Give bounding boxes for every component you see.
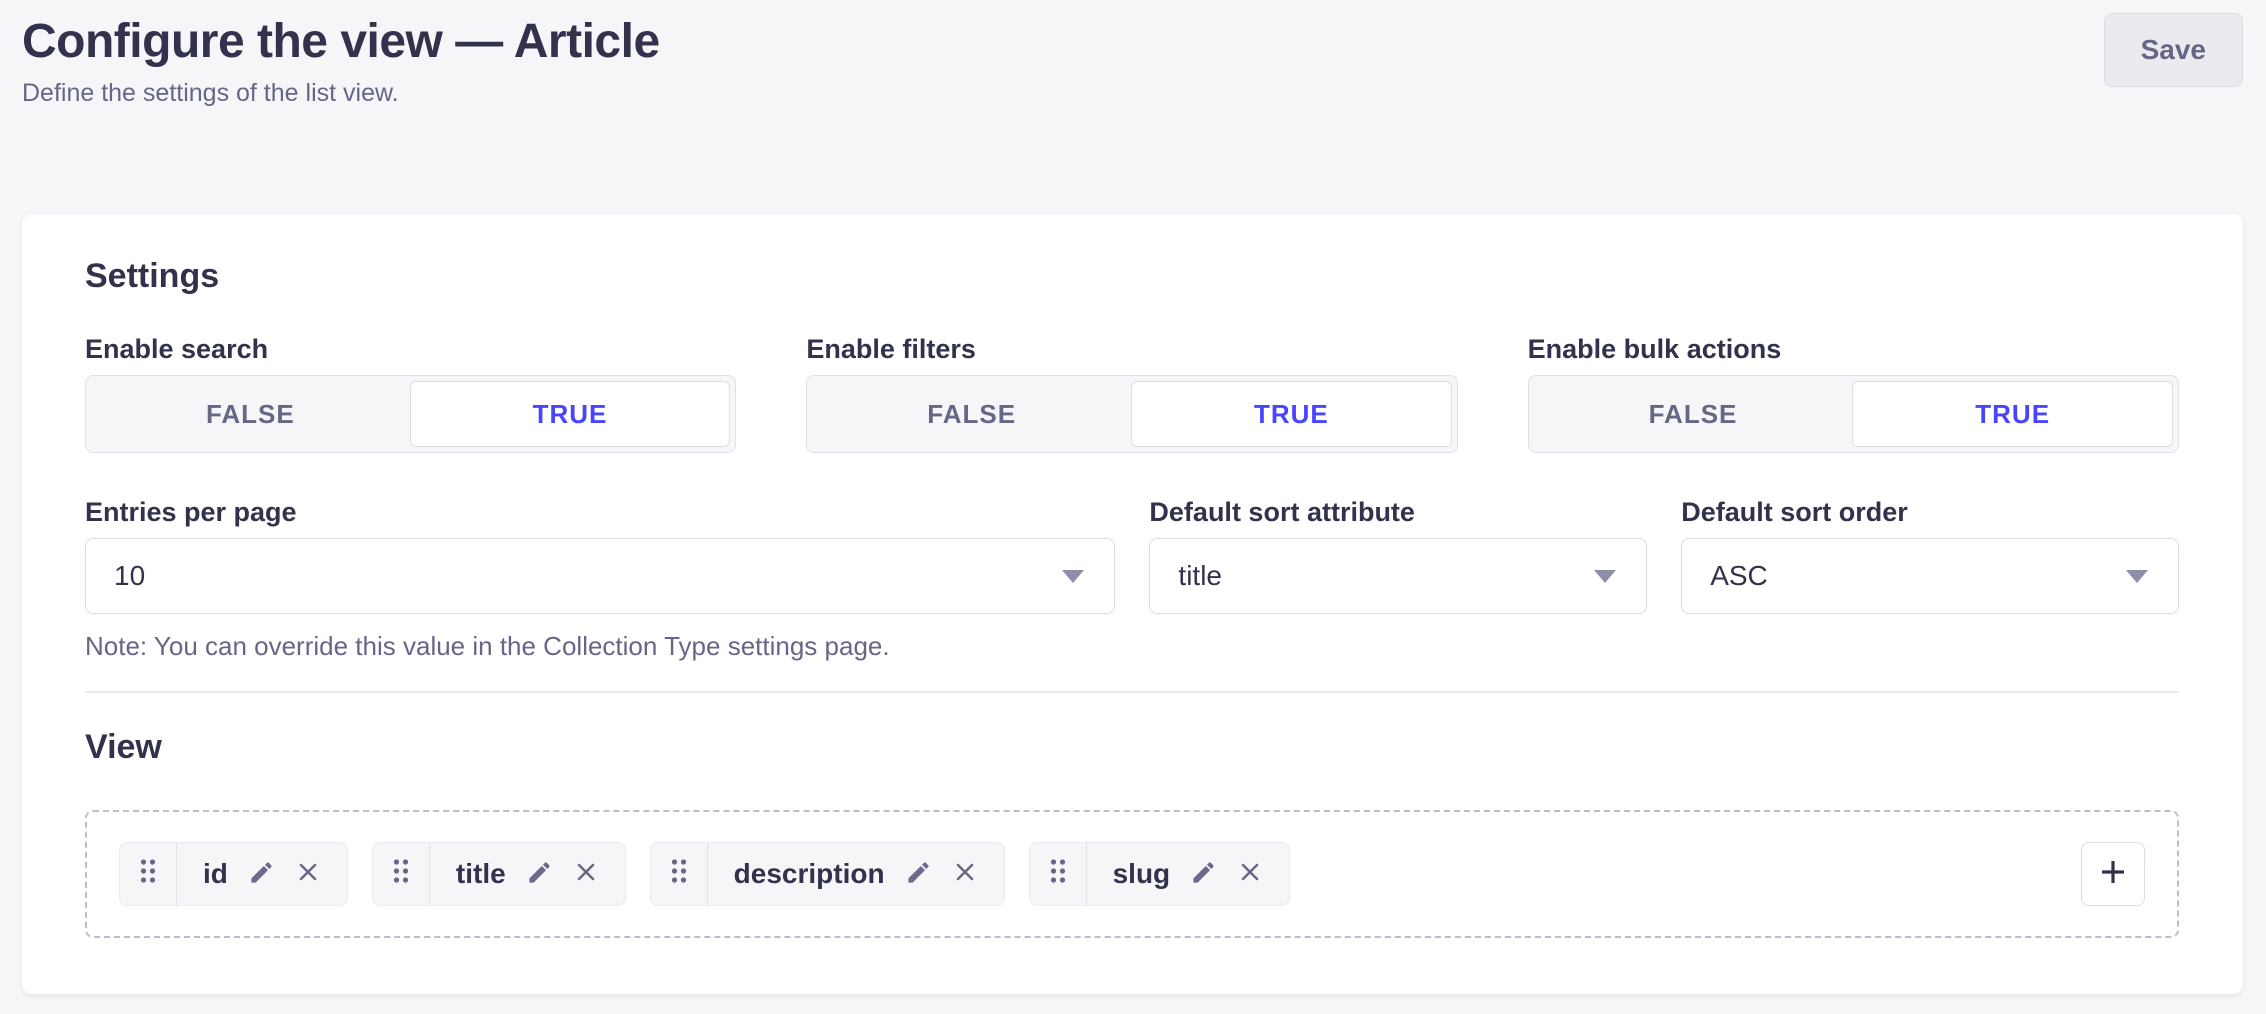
remove-field-button[interactable] — [1237, 859, 1263, 888]
field-pill-label: description — [734, 858, 885, 890]
pencil-icon — [526, 859, 553, 889]
drag-dots-icon — [1049, 857, 1067, 890]
page-subtitle: Define the settings of the list view. — [22, 77, 2243, 110]
close-x-icon — [952, 859, 978, 888]
chevron-down-icon — [1062, 570, 1084, 583]
page-title: Configure the view — Article — [22, 14, 2243, 69]
enable-bulk-actions-field: Enable bulk actions FALSE TRUE — [1528, 336, 2179, 453]
section-divider — [85, 691, 2179, 693]
plus-icon — [2097, 856, 2129, 891]
drag-dots-icon — [670, 857, 688, 890]
remove-field-button[interactable] — [952, 859, 978, 888]
default-sort-order-select[interactable]: ASC — [1681, 538, 2179, 614]
default-sort-attribute-field: Default sort attribute title — [1149, 499, 1647, 614]
enable-filters-false-option[interactable]: FALSE — [812, 381, 1131, 447]
edit-field-button[interactable] — [905, 859, 932, 889]
field-pill-id[interactable]: id — [119, 842, 348, 906]
close-x-icon — [1237, 859, 1263, 888]
edit-field-button[interactable] — [526, 859, 553, 889]
drag-dots-icon — [139, 857, 157, 890]
close-x-icon — [295, 859, 321, 888]
edit-field-button[interactable] — [1190, 859, 1217, 889]
enable-bulk-actions-toggle[interactable]: FALSE TRUE — [1528, 375, 2179, 453]
enable-bulk-actions-false-option[interactable]: FALSE — [1534, 381, 1853, 447]
enable-search-false-option[interactable]: FALSE — [91, 381, 410, 447]
toggle-row: Enable search FALSE TRUE Enable filters … — [85, 336, 2179, 453]
displayed-fields-dropzone: id — [85, 810, 2179, 938]
pencil-icon — [248, 859, 275, 889]
add-field-button[interactable] — [2081, 842, 2145, 906]
default-sort-order-field: Default sort order ASC — [1681, 499, 2179, 614]
pencil-icon — [905, 859, 932, 889]
drag-handle[interactable] — [373, 843, 430, 905]
enable-filters-toggle[interactable]: FALSE TRUE — [806, 375, 1457, 453]
default-sort-attribute-value: title — [1178, 560, 1222, 592]
settings-heading: Settings — [85, 256, 2179, 297]
enable-search-label: Enable search — [85, 336, 736, 363]
enable-search-true-option[interactable]: TRUE — [410, 381, 731, 447]
enable-search-field: Enable search FALSE TRUE — [85, 336, 736, 453]
close-x-icon — [573, 859, 599, 888]
drag-handle[interactable] — [120, 843, 177, 905]
pencil-icon — [1190, 859, 1217, 889]
drag-handle[interactable] — [651, 843, 708, 905]
default-sort-attribute-label: Default sort attribute — [1149, 499, 1647, 526]
default-sort-attribute-select[interactable]: title — [1149, 538, 1647, 614]
select-row: Entries per page 10 Note: You can overri… — [85, 499, 2179, 663]
field-pill-label: id — [203, 858, 228, 890]
edit-field-button[interactable] — [248, 859, 275, 889]
drag-dots-icon — [392, 857, 410, 890]
default-sort-order-value: ASC — [1710, 560, 1768, 592]
field-pill-title[interactable]: title — [372, 842, 626, 906]
entries-per-page-note: Note: You can override this value in the… — [85, 630, 1115, 663]
entries-per-page-value: 10 — [114, 560, 145, 592]
default-sort-order-label: Default sort order — [1681, 499, 2179, 526]
remove-field-button[interactable] — [295, 859, 321, 888]
field-pill-slug[interactable]: slug — [1029, 842, 1291, 906]
enable-bulk-actions-true-option[interactable]: TRUE — [1852, 381, 2173, 447]
save-button[interactable]: Save — [2104, 13, 2243, 87]
enable-search-toggle[interactable]: FALSE TRUE — [85, 375, 736, 453]
enable-filters-label: Enable filters — [806, 336, 1457, 363]
enable-filters-true-option[interactable]: TRUE — [1131, 381, 1452, 447]
field-pill-label: slug — [1113, 858, 1171, 890]
remove-field-button[interactable] — [573, 859, 599, 888]
entries-per-page-field: Entries per page 10 Note: You can overri… — [85, 499, 1115, 663]
enable-filters-field: Enable filters FALSE TRUE — [806, 336, 1457, 453]
page-header: Configure the view — Article Define the … — [0, 0, 2266, 110]
entries-per-page-label: Entries per page — [85, 499, 1115, 526]
view-heading: View — [85, 727, 2179, 768]
enable-bulk-actions-label: Enable bulk actions — [1528, 336, 2179, 363]
field-pill-description[interactable]: description — [650, 842, 1005, 906]
settings-card: Settings Enable search FALSE TRUE Enable… — [22, 214, 2243, 994]
field-pill-label: title — [456, 858, 506, 890]
drag-handle[interactable] — [1030, 843, 1087, 905]
chevron-down-icon — [1594, 570, 1616, 583]
entries-per-page-select[interactable]: 10 — [85, 538, 1115, 614]
chevron-down-icon — [2126, 570, 2148, 583]
